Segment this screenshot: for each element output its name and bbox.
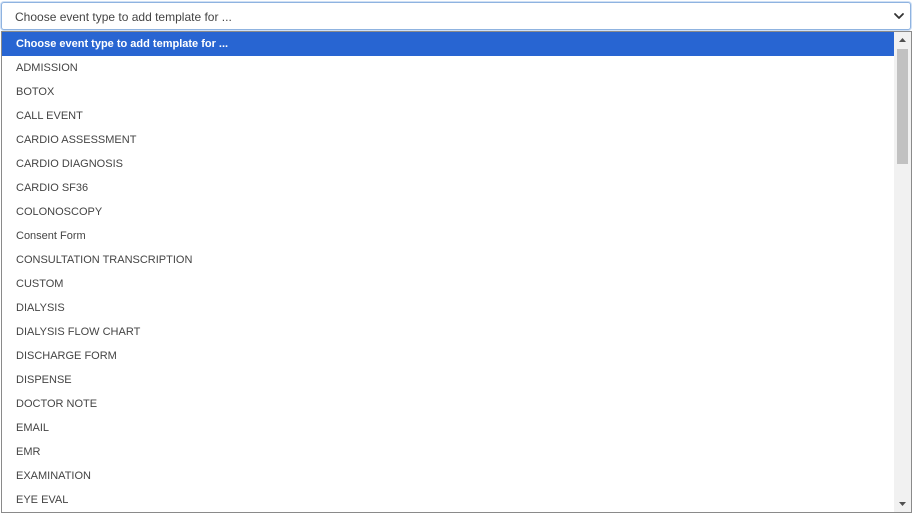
dropdown-scrollbar[interactable] [894, 32, 911, 512]
dropdown-option[interactable]: CALL EVENT [2, 104, 894, 128]
dropdown-option[interactable]: BOTOX [2, 80, 894, 104]
event-type-dropdown-list: Choose event type to add template for ..… [1, 31, 912, 513]
dropdown-option[interactable]: DOCTOR NOTE [2, 392, 894, 416]
dropdown-option[interactable]: CARDIO ASSESSMENT [2, 128, 894, 152]
dropdown-option[interactable]: EYE EVAL [2, 488, 894, 512]
dropdown-option[interactable]: CONSULTATION TRANSCRIPTION [2, 248, 894, 272]
dropdown-option[interactable]: DISPENSE [2, 368, 894, 392]
event-type-select[interactable]: Choose event type to add template for ..… [1, 2, 911, 30]
dropdown-option[interactable]: CARDIO SF36 [2, 176, 894, 200]
dropdown-option[interactable]: EXAMINATION [2, 464, 894, 488]
dropdown-option[interactable]: EMAIL [2, 416, 894, 440]
chevron-down-icon[interactable] [892, 9, 906, 23]
dropdown-option[interactable]: Choose event type to add template for ..… [2, 32, 894, 56]
dropdown-option[interactable]: DIALYSIS FLOW CHART [2, 320, 894, 344]
dropdown-option[interactable]: EMR [2, 440, 894, 464]
dropdown-option[interactable]: Consent Form [2, 224, 894, 248]
dropdown-option[interactable]: CARDIO DIAGNOSIS [2, 152, 894, 176]
scroll-up-arrow-icon[interactable] [894, 32, 911, 48]
dropdown-option[interactable]: COLONOSCOPY [2, 200, 894, 224]
dropdown-option[interactable]: DIALYSIS [2, 296, 894, 320]
dropdown-options: Choose event type to add template for ..… [2, 32, 894, 512]
dropdown-option[interactable]: ADMISSION [2, 56, 894, 80]
dropdown-option[interactable]: CUSTOM [2, 272, 894, 296]
scrollbar-thumb[interactable] [897, 49, 908, 164]
dropdown-option[interactable]: DISCHARGE FORM [2, 344, 894, 368]
scroll-down-arrow-icon[interactable] [894, 496, 911, 512]
event-type-select-value: Choose event type to add template for ..… [15, 10, 232, 24]
